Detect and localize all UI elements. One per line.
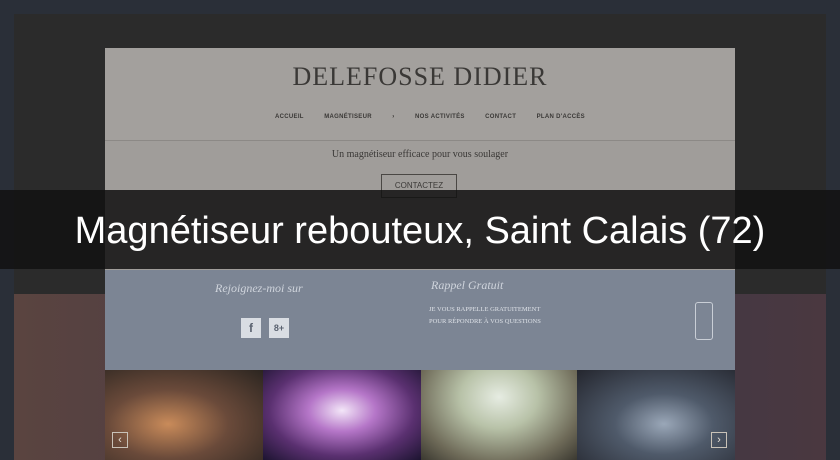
slider-next-icon[interactable]: › <box>711 432 727 448</box>
main-nav: ACCUEIL MAGNÉTISEUR › NOS ACTIVITÉS CONT… <box>275 110 585 124</box>
caption-overlay: Magnétiseur rebouteux, Saint Calais (72) <box>0 190 840 269</box>
callback-line: JE VOUS RAPPELLE GRATUITEMENT <box>429 306 541 313</box>
phone-icon[interactable] <box>695 302 713 340</box>
header-divider <box>105 140 735 141</box>
slider-image-light <box>263 370 421 460</box>
slider-image-hands <box>105 370 263 460</box>
slider-prev-icon[interactable]: ‹ <box>112 432 128 448</box>
nav-item-activites[interactable]: NOS ACTIVITÉS <box>415 114 465 120</box>
contact-band <box>105 270 735 370</box>
site-tagline: Un magnétiseur efficace pour vous soulag… <box>331 149 509 160</box>
google-plus-icon[interactable]: 8+ <box>269 318 289 338</box>
nav-item-plan[interactable]: PLAN D'ACCÈS <box>537 114 585 120</box>
callback-line: POUR RÉPONDRE À VOS QUESTIONS <box>429 318 541 325</box>
nav-item-accueil[interactable]: ACCUEIL <box>275 114 304 120</box>
site-header: DELEFOSSE DIDIER ACCUEIL MAGNÉTISEUR › N… <box>105 48 735 140</box>
site-title: DELEFOSSE DIDIER <box>292 62 548 91</box>
nav-item-contact[interactable]: CONTACT <box>485 114 516 120</box>
callback-heading: Rappel Gratuit <box>431 278 504 292</box>
photo-slider <box>105 370 735 460</box>
nav-submenu-chevron-icon[interactable]: › <box>392 114 394 120</box>
facebook-icon[interactable]: f <box>241 318 261 338</box>
social-heading: Rejoignez-moi sur <box>215 281 303 295</box>
nav-item-magnetiseur[interactable]: MAGNÉTISEUR <box>324 114 372 120</box>
caption-title: Magnétiseur rebouteux, Saint Calais (72) <box>74 210 766 252</box>
callback-text: JE VOUS RAPPELLE GRATUITEMENT POUR RÉPON… <box>429 304 609 328</box>
slider-image-energy <box>421 370 577 460</box>
